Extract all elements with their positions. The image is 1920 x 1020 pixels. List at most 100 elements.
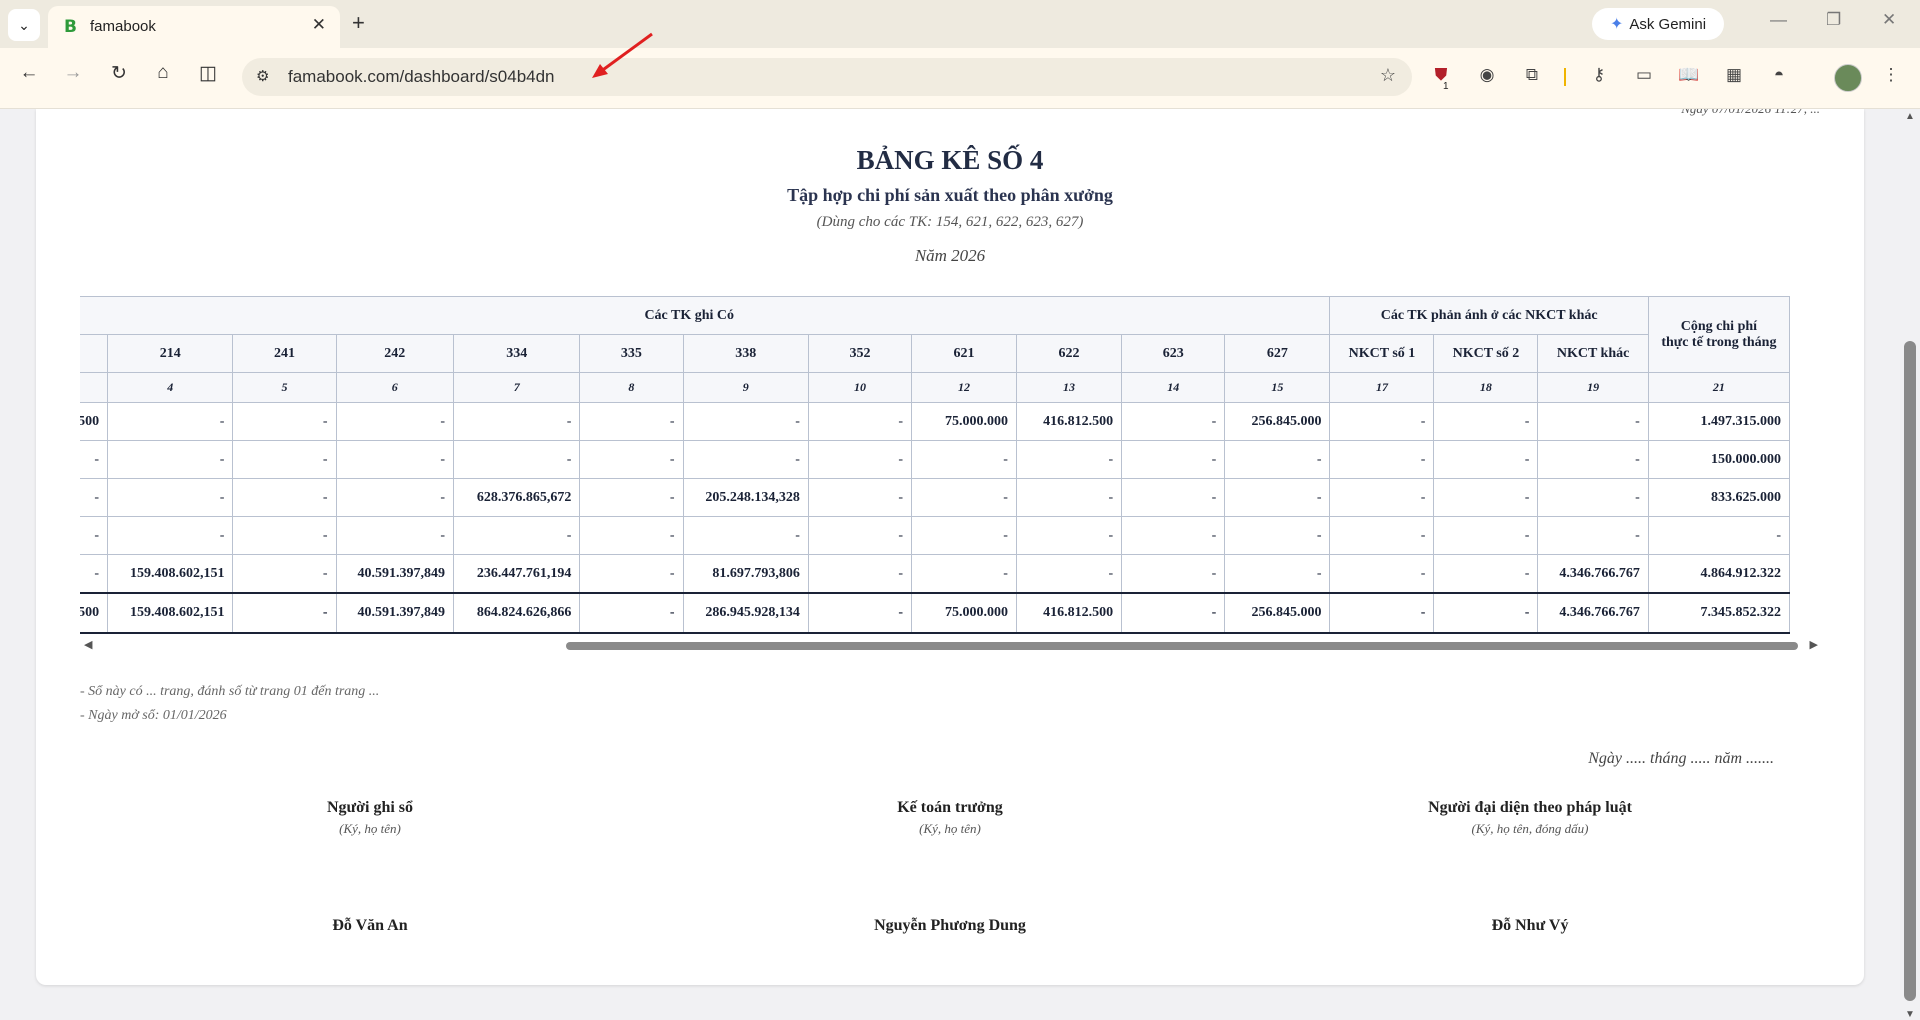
table-cell: - (1433, 554, 1539, 594)
payment-card-icon[interactable]: ▭ (1633, 65, 1655, 87)
reading-mode-icon[interactable]: 📖 (1678, 65, 1700, 87)
back-icon[interactable]: ← (14, 62, 44, 84)
table-cell: - (1015, 440, 1123, 479)
table-cell: - (1121, 554, 1226, 594)
tab-title: famabook (90, 18, 156, 35)
table-cell: - (579, 440, 684, 479)
column-number: 13 (1015, 372, 1123, 403)
split-view-icon[interactable]: ◫ (193, 62, 223, 85)
signature-name: Đỗ Như Vý (1491, 917, 1569, 934)
new-tab-button[interactable]: + (352, 10, 365, 36)
column-header: 621 (911, 334, 1017, 373)
table-cell: 1.497.315.000 (1647, 402, 1791, 441)
table-cell: - (1433, 440, 1539, 479)
column-number: 17 (1329, 372, 1435, 403)
password-key-icon[interactable]: ⚷ (1588, 65, 1610, 87)
table-cell: 416.812.500 (1015, 592, 1123, 634)
close-window-icon[interactable]: ✕ (1882, 10, 1896, 30)
table-cell: - (80, 440, 109, 479)
table-row: - - - - - - - - - - - - - - -150.000.000 (80, 440, 1791, 479)
table-cell: - (807, 402, 913, 441)
close-tab-icon[interactable]: ✕ (312, 15, 326, 35)
clipped-header-text: Ngày 07/01/2026 11:27, ... (1681, 109, 1820, 117)
column-header: 338 (682, 334, 809, 373)
scroll-right-icon[interactable]: ▶ (1810, 638, 1818, 651)
column-header: NKCT số 1 (1329, 334, 1435, 373)
record-extension-icon[interactable]: ◉ (1476, 65, 1498, 87)
report-title: BẢNG KÊ SỐ 4 (856, 145, 1044, 175)
extensions-puzzle-icon[interactable]: ⧉ (1521, 65, 1543, 87)
home-icon[interactable]: ⌂ (148, 62, 178, 84)
toolbar-divider (1564, 68, 1566, 86)
scroll-down-icon[interactable]: ▼ (1905, 1009, 1915, 1020)
table-cell: - (335, 402, 455, 441)
tab-search-button[interactable]: ⌄ (8, 9, 40, 41)
report-table-scroll[interactable]: Các TK ghi Có Các TK phản ánh ở các NKCT… (80, 296, 1822, 748)
table-cell: - (1329, 478, 1435, 517)
vertical-scrollbar[interactable]: ▲ ▼ (1900, 109, 1920, 1020)
column-number: 8 (579, 372, 684, 403)
incognito-icon[interactable]: ◓ (1768, 65, 1790, 87)
forward-icon[interactable]: → (58, 62, 88, 84)
column-header: 214 (107, 334, 234, 373)
profile-avatar[interactable] (1834, 64, 1862, 92)
table-cell: 4.864.912.322 (1647, 554, 1791, 594)
table-cell: - (1224, 478, 1331, 517)
menu-kebab-icon[interactable]: ⋮ (1880, 65, 1902, 87)
table-cell: - (682, 402, 809, 441)
scroll-up-icon[interactable]: ▲ (1905, 111, 1915, 122)
table-cell: - (682, 440, 809, 479)
browser-toolbar: ← → ↻ ⌂ ◫ ⚙ famabook.com/dashboard/s04b4… (0, 48, 1920, 109)
table-cell: - (453, 402, 581, 441)
table-row: - - - -628.376.865,672-205.248.134,328- - - - -… (80, 478, 1791, 517)
pages-note: - Sổ này có ... trang, đánh số từ trang … (80, 684, 380, 699)
table-cell: - (1015, 516, 1123, 555)
table-cell: 416.812.500 (1015, 402, 1123, 441)
vertical-scroll-thumb[interactable] (1904, 341, 1916, 1001)
table-cell: - (807, 554, 913, 594)
signature-role: Kế toán trưởng (897, 799, 1003, 816)
column-number: 7 (453, 372, 581, 403)
page-viewport: Ngày 07/01/2026 11:27, ... BẢNG KÊ SỐ 4 … (0, 109, 1900, 1020)
signature-hint: (Ký, họ tên, đóng dấu) (1471, 821, 1589, 836)
column-number: 4 (107, 372, 234, 403)
table-cell: 628.376.865,672 (453, 478, 581, 517)
table-cell: - (107, 516, 234, 555)
table-icon[interactable]: ▦ (1723, 65, 1745, 87)
table-cell: 500 (80, 592, 109, 634)
scroll-left-icon[interactable]: ◀ (84, 638, 92, 651)
famabook-favicon-icon: B (64, 17, 77, 37)
table-cell: - (807, 478, 913, 517)
column-number-row: 4 5 6 7 8 9 10 12 13 14 15 17 18 19 21 (80, 372, 1791, 403)
table-cell: 4.346.766.767 (1537, 592, 1649, 634)
address-bar[interactable]: ⚙ famabook.com/dashboard/s04b4dn ☆ (242, 58, 1412, 96)
site-info-icon[interactable]: ⚙ (256, 67, 269, 85)
table-cell: - (1329, 592, 1435, 634)
minimize-icon[interactable]: — (1770, 10, 1787, 30)
column-header: 623 (1121, 334, 1226, 373)
restore-icon[interactable]: ❐ (1826, 10, 1841, 30)
reload-icon[interactable]: ↻ (104, 62, 134, 85)
table-cell: - (911, 554, 1017, 594)
horizontal-scroll-thumb[interactable] (566, 642, 1798, 650)
table-cell: - (453, 516, 581, 555)
column-number: 10 (807, 372, 913, 403)
column-number: 18 (1433, 372, 1539, 403)
url-text[interactable]: famabook.com/dashboard/s04b4dn (288, 67, 555, 87)
table-cell: 81.697.793,806 (682, 554, 809, 594)
report-subtitle: Tập hợp chi phí sản xuất theo phân xưởng (787, 185, 1113, 205)
table-cell: 256.845.000 (1224, 592, 1331, 634)
table-cell: - (232, 440, 337, 479)
bookmark-star-icon[interactable]: ☆ (1380, 65, 1396, 86)
column-number: 5 (232, 372, 337, 403)
table-row: ---------------- (80, 516, 1791, 555)
table-cell: - (1224, 516, 1331, 555)
tab-famabook[interactable]: B famabook ✕ (48, 6, 340, 48)
table-cell: 40.591.397,849 (335, 554, 455, 594)
table-cell: - (1537, 440, 1649, 479)
horizontal-scrollbar[interactable]: ◀ ▶ (80, 638, 1822, 654)
table-cell: - (1647, 516, 1791, 555)
table-cell: - (107, 440, 234, 479)
ask-gemini-button[interactable]: ✦ Ask Gemini (1592, 8, 1724, 40)
column-header: 627 (1224, 334, 1331, 373)
